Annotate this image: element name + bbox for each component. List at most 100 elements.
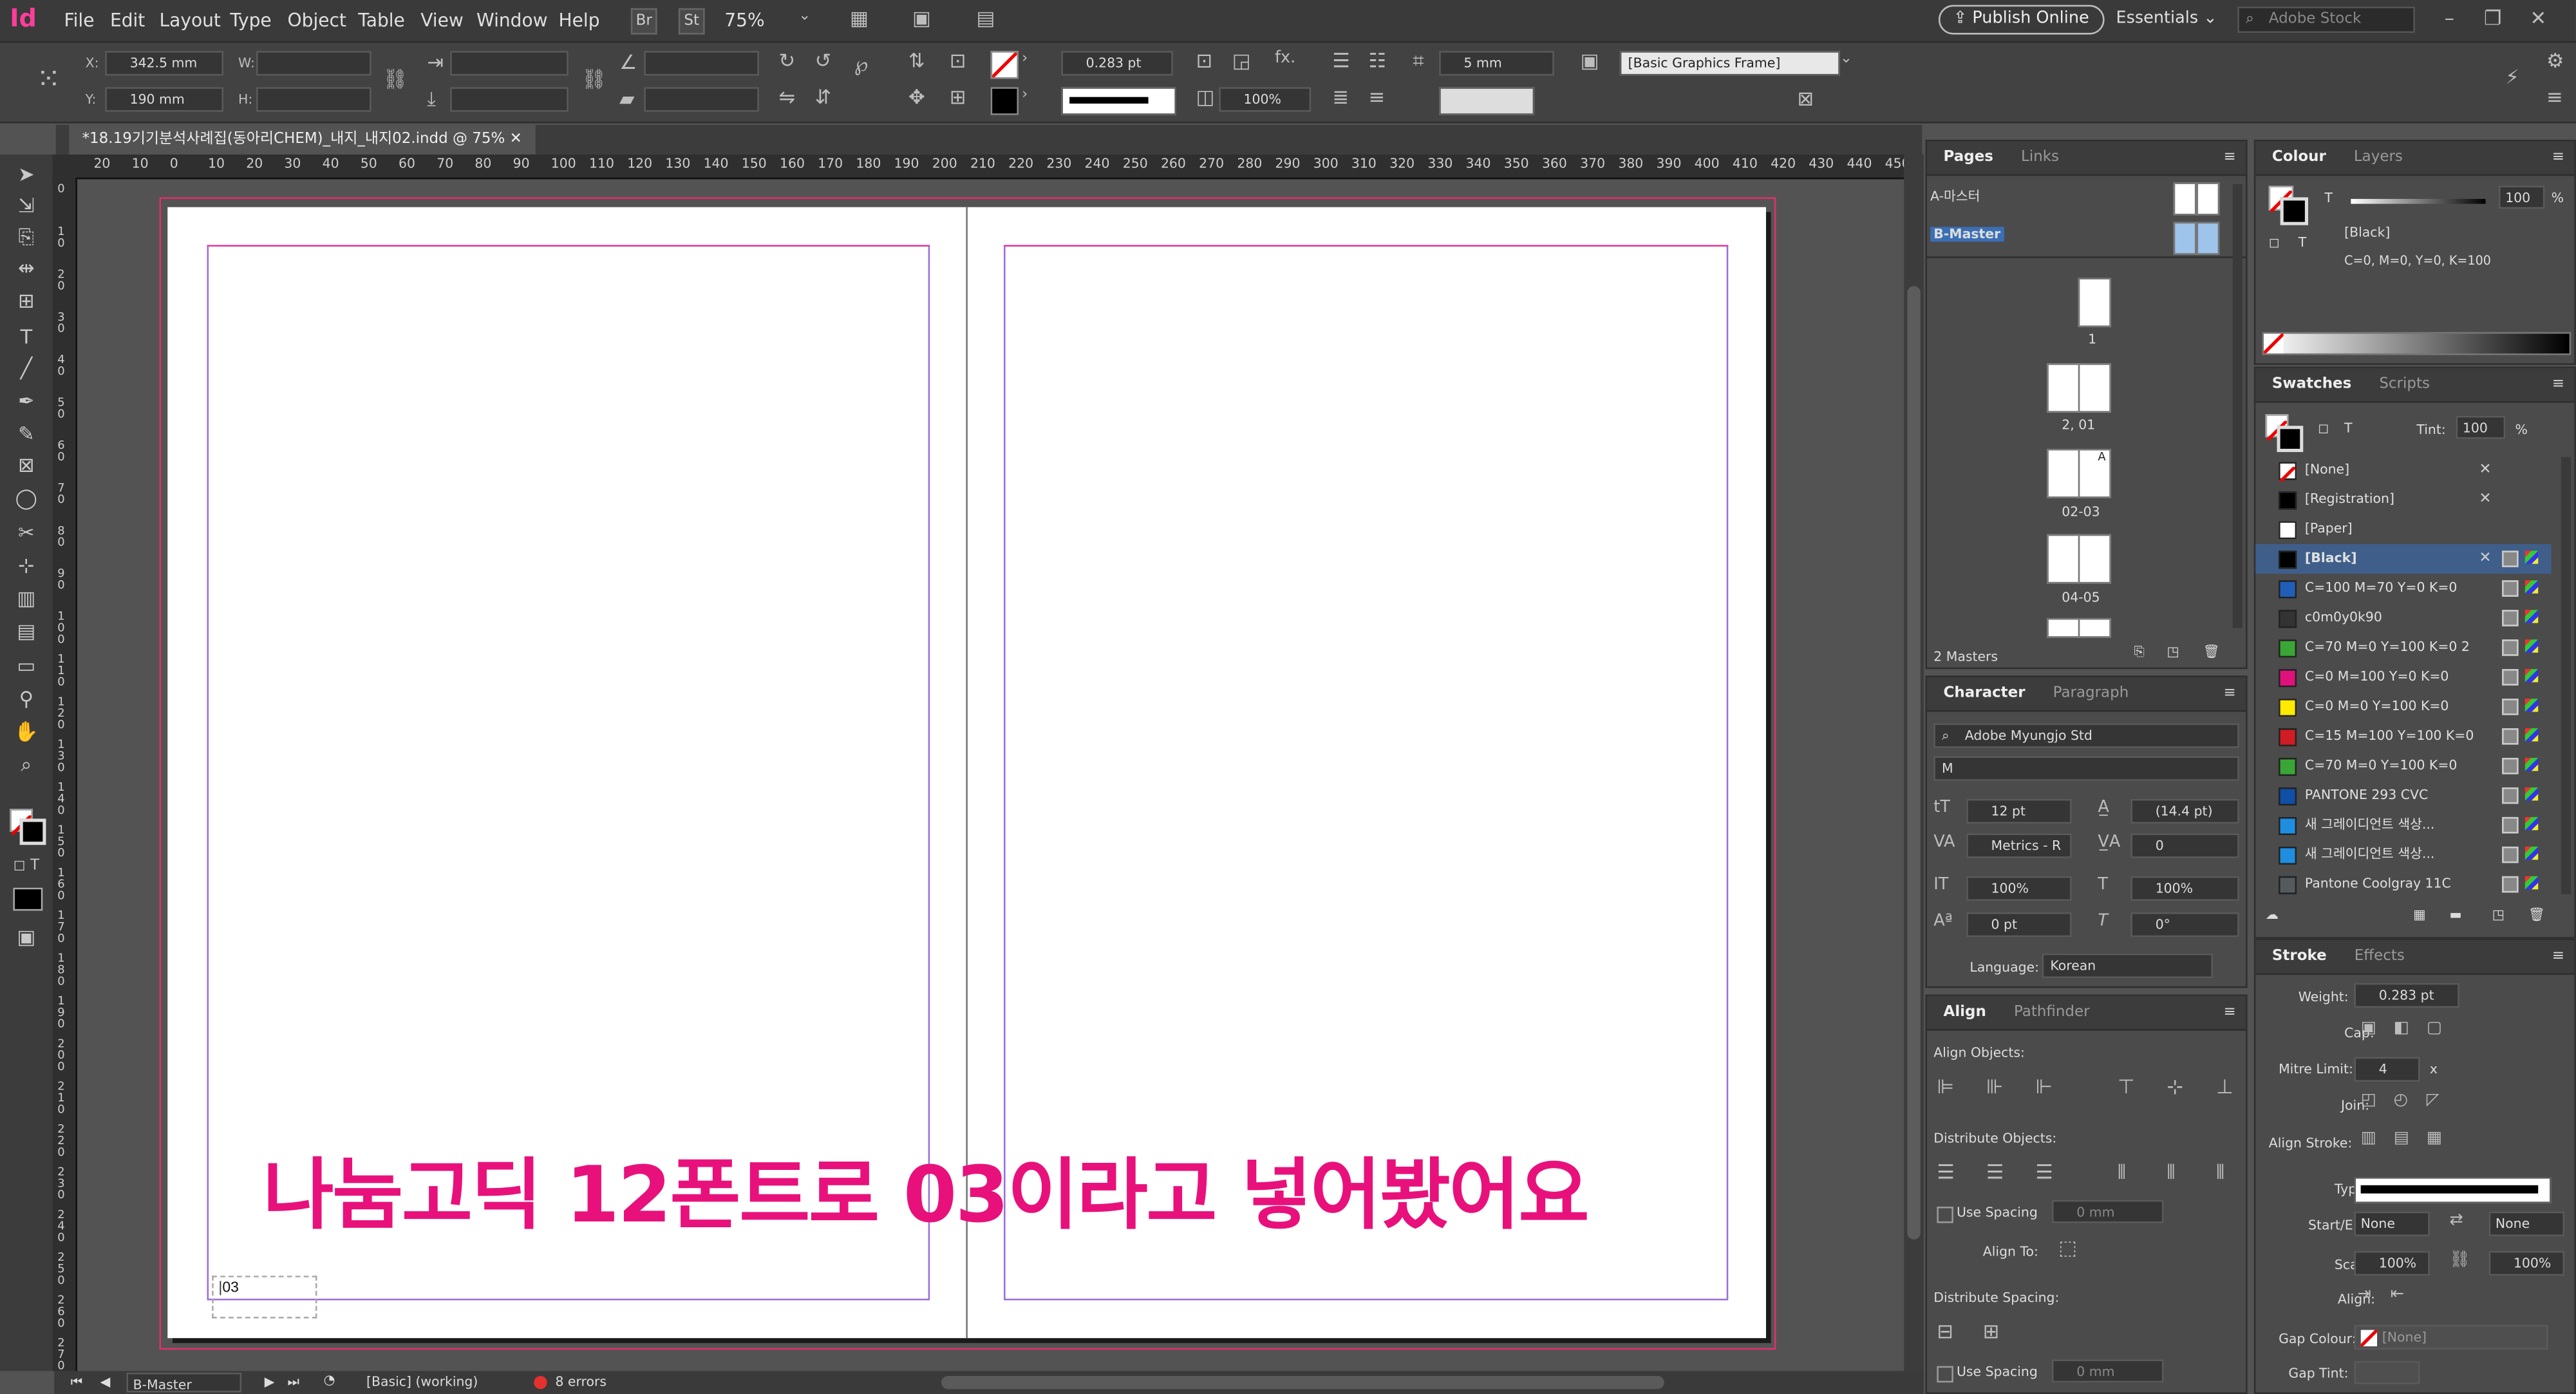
last-page-icon[interactable]: ⏭ bbox=[288, 1374, 299, 1391]
swap-arrows-icon[interactable]: ⇄ bbox=[2449, 1212, 2463, 1230]
workspace-switcher[interactable]: Essentials ⌄ bbox=[2116, 10, 2217, 28]
horizontal-ruler[interactable]: 20 10 0 10 20 30 40 50 60 70 80 90 100 110 120 130 140 15… bbox=[77, 154, 1904, 180]
panel-menu-icon[interactable]: ≡ bbox=[2546, 86, 2563, 109]
distribute-right-icon[interactable]: ⫴ bbox=[2216, 1160, 2224, 1185]
line-tool-icon[interactable]: ╱ bbox=[8, 353, 44, 383]
page-tool-icon[interactable]: ⎘ bbox=[8, 222, 44, 252]
page-1-thumb[interactable] bbox=[2078, 278, 2111, 328]
select-content-icon[interactable]: ⊞ bbox=[950, 86, 966, 109]
gradient-swatch-tool-icon[interactable]: ▥ bbox=[8, 583, 44, 613]
fill-dropdown-icon[interactable]: › bbox=[1022, 51, 1028, 68]
baseline-shift-field[interactable]: 0 pt bbox=[1966, 912, 2072, 937]
stock-button[interactable]: St bbox=[678, 8, 705, 35]
swatch-tint-field[interactable]: 100 bbox=[2456, 415, 2506, 439]
distribute-vspace-icon[interactable]: ⊟ bbox=[1937, 1320, 1953, 1343]
distribute-hcenter-icon[interactable]: ⫴ bbox=[2167, 1160, 2176, 1185]
swatch-row[interactable]: [Registration] ✕ bbox=[2255, 485, 2551, 514]
align-top-icon[interactable]: ⊤ bbox=[2118, 1075, 2135, 1098]
constrain-scale-icon[interactable]: ⛓ bbox=[581, 68, 606, 91]
use-spacing-checkbox[interactable] bbox=[1937, 1206, 1953, 1223]
page-01-thumb[interactable] bbox=[2078, 363, 2111, 413]
page-number-field[interactable]: B-Master bbox=[126, 1372, 242, 1393]
text-icon[interactable]: T bbox=[2299, 235, 2306, 250]
wrap-next-icon[interactable]: ≡ bbox=[1368, 86, 1385, 109]
wrap-jump-icon[interactable]: ≣ bbox=[1332, 86, 1349, 109]
clear-overrides-icon[interactable]: ⊠ bbox=[1797, 87, 1814, 110]
rotate-cw-icon[interactable]: ↻ bbox=[778, 50, 795, 73]
skew-field[interactable]: 0° bbox=[2130, 912, 2239, 937]
first-page-icon[interactable]: ⏮ bbox=[71, 1374, 82, 1391]
selection-tool-icon[interactable]: ➤ bbox=[8, 160, 44, 189]
swatch-row[interactable]: C=70 M=0 Y=100 K=0 bbox=[2255, 751, 2551, 781]
fill-box-icon[interactable]: ◻ bbox=[2269, 235, 2280, 250]
delete-page-icon[interactable]: 🗑 bbox=[2203, 645, 2220, 659]
zoom-level[interactable]: 75% bbox=[724, 10, 764, 31]
tint-field[interactable]: 100 bbox=[2498, 185, 2545, 209]
font-style-select[interactable]: M bbox=[1933, 756, 2239, 781]
round-cap-icon[interactable]: ◧ bbox=[2394, 1019, 2409, 1037]
folio-text-frame[interactable]: |03 bbox=[212, 1276, 317, 1319]
rectangle-frame-tool-icon[interactable]: ⊠ bbox=[8, 451, 44, 480]
projecting-cap-icon[interactable]: ▢ bbox=[2427, 1019, 2442, 1037]
stroke-swatch[interactable] bbox=[990, 87, 1019, 115]
select-container-icon[interactable]: ⊡ bbox=[950, 50, 966, 73]
use-spacing-checkbox-2[interactable] bbox=[1937, 1366, 1953, 1383]
align-stroke-outside-icon[interactable]: ▦ bbox=[2427, 1129, 2442, 1147]
rotation-field[interactable] bbox=[644, 51, 759, 76]
open-page-icon[interactable]: ◔ bbox=[324, 1373, 335, 1388]
align-vcenter-icon[interactable]: ⊹ bbox=[2167, 1075, 2184, 1098]
swatch-row[interactable]: C=0 M=0 Y=100 K=0 bbox=[2255, 692, 2551, 722]
page-2-thumb[interactable] bbox=[2047, 363, 2080, 413]
menu-type[interactable]: Type bbox=[230, 10, 271, 31]
spacing-field[interactable]: 0 mm bbox=[2051, 1200, 2164, 1223]
view-options-icon[interactable]: ▦ bbox=[846, 6, 872, 30]
vertical-scrollbar[interactable] bbox=[1904, 154, 1924, 1371]
menu-edit[interactable]: Edit bbox=[110, 10, 145, 31]
swatch-stroke-icon[interactable] bbox=[2277, 426, 2304, 453]
document-tab[interactable]: *18.19기기분석사례집(동아리CHEM)_내지_내지02.indd @ 75… bbox=[69, 125, 536, 155]
scale-x-field[interactable] bbox=[450, 51, 569, 76]
drop-shadow-icon[interactable]: ◲ bbox=[1232, 50, 1251, 73]
ellipse-tool-icon[interactable]: ◯ bbox=[8, 484, 44, 513]
hand-tool-icon[interactable]: ✋ bbox=[8, 717, 44, 746]
direct-selection-tool-icon[interactable]: ⇲ bbox=[8, 191, 44, 220]
kerning-field[interactable]: Metrics - R bbox=[1966, 833, 2072, 858]
pages-scrollbar[interactable] bbox=[2232, 184, 2242, 628]
menu-help[interactable]: Help bbox=[559, 10, 600, 31]
leading-field[interactable]: (14.4 pt) bbox=[2130, 798, 2239, 824]
new-swatch-icon[interactable]: ◳ bbox=[2492, 907, 2505, 922]
mitre-join-icon[interactable]: ◰ bbox=[2361, 1091, 2376, 1109]
scale-y-field[interactable] bbox=[450, 87, 569, 112]
reference-point-icon[interactable]: ⁙ bbox=[36, 62, 61, 97]
scale-end-field[interactable]: 100% bbox=[2488, 1250, 2565, 1276]
text-wrap-around-icon[interactable]: ☷ bbox=[1368, 50, 1386, 73]
swatch-row[interactable]: C=0 M=100 Y=0 K=0 bbox=[2255, 663, 2551, 692]
page-06-thumb[interactable] bbox=[2047, 617, 2080, 638]
align-stroke-inside-icon[interactable]: ▤ bbox=[2394, 1129, 2409, 1147]
align-hcenter-icon[interactable]: ⊪ bbox=[1986, 1075, 2004, 1098]
corner-size-field[interactable]: 5 mm bbox=[1439, 51, 1554, 76]
tab-effects[interactable]: Effects bbox=[2331, 948, 2405, 965]
folio-number[interactable]: |03 bbox=[218, 1279, 239, 1295]
select-next-icon[interactable]: ✥ bbox=[908, 86, 925, 109]
tab-pages[interactable]: Pages bbox=[1927, 149, 1993, 166]
gap-tint-field[interactable] bbox=[2354, 1361, 2420, 1384]
gear-icon[interactable]: ⚙ bbox=[2546, 50, 2564, 73]
panel-menu-icon[interactable]: ≡ bbox=[2223, 677, 2235, 710]
font-size-field[interactable]: 12 pt bbox=[1966, 798, 2072, 824]
corner-shape-select[interactable] bbox=[1439, 87, 1535, 115]
error-count[interactable]: 8 errors bbox=[555, 1374, 606, 1389]
vertical-scale-field[interactable]: 100% bbox=[1966, 876, 2072, 901]
mitre-field[interactable]: 4 bbox=[2354, 1057, 2420, 1082]
pen-tool-icon[interactable]: ✒ bbox=[8, 386, 44, 416]
tab-scripts[interactable]: Scripts bbox=[2356, 377, 2430, 393]
page-size-icon[interactable]: ⎘ bbox=[2134, 645, 2145, 661]
align-stroke-center-icon[interactable]: ▥ bbox=[2361, 1129, 2376, 1147]
scale-start-field[interactable]: 100% bbox=[2354, 1250, 2430, 1276]
master-b[interactable]: B-Master bbox=[1930, 227, 2004, 242]
menu-window[interactable]: Window bbox=[476, 10, 548, 31]
container-icon[interactable]: ◻ bbox=[2318, 421, 2329, 436]
new-color-group-icon[interactable]: ▬ bbox=[2449, 907, 2461, 922]
start-select[interactable]: None bbox=[2354, 1211, 2430, 1236]
width-field[interactable] bbox=[256, 51, 371, 76]
